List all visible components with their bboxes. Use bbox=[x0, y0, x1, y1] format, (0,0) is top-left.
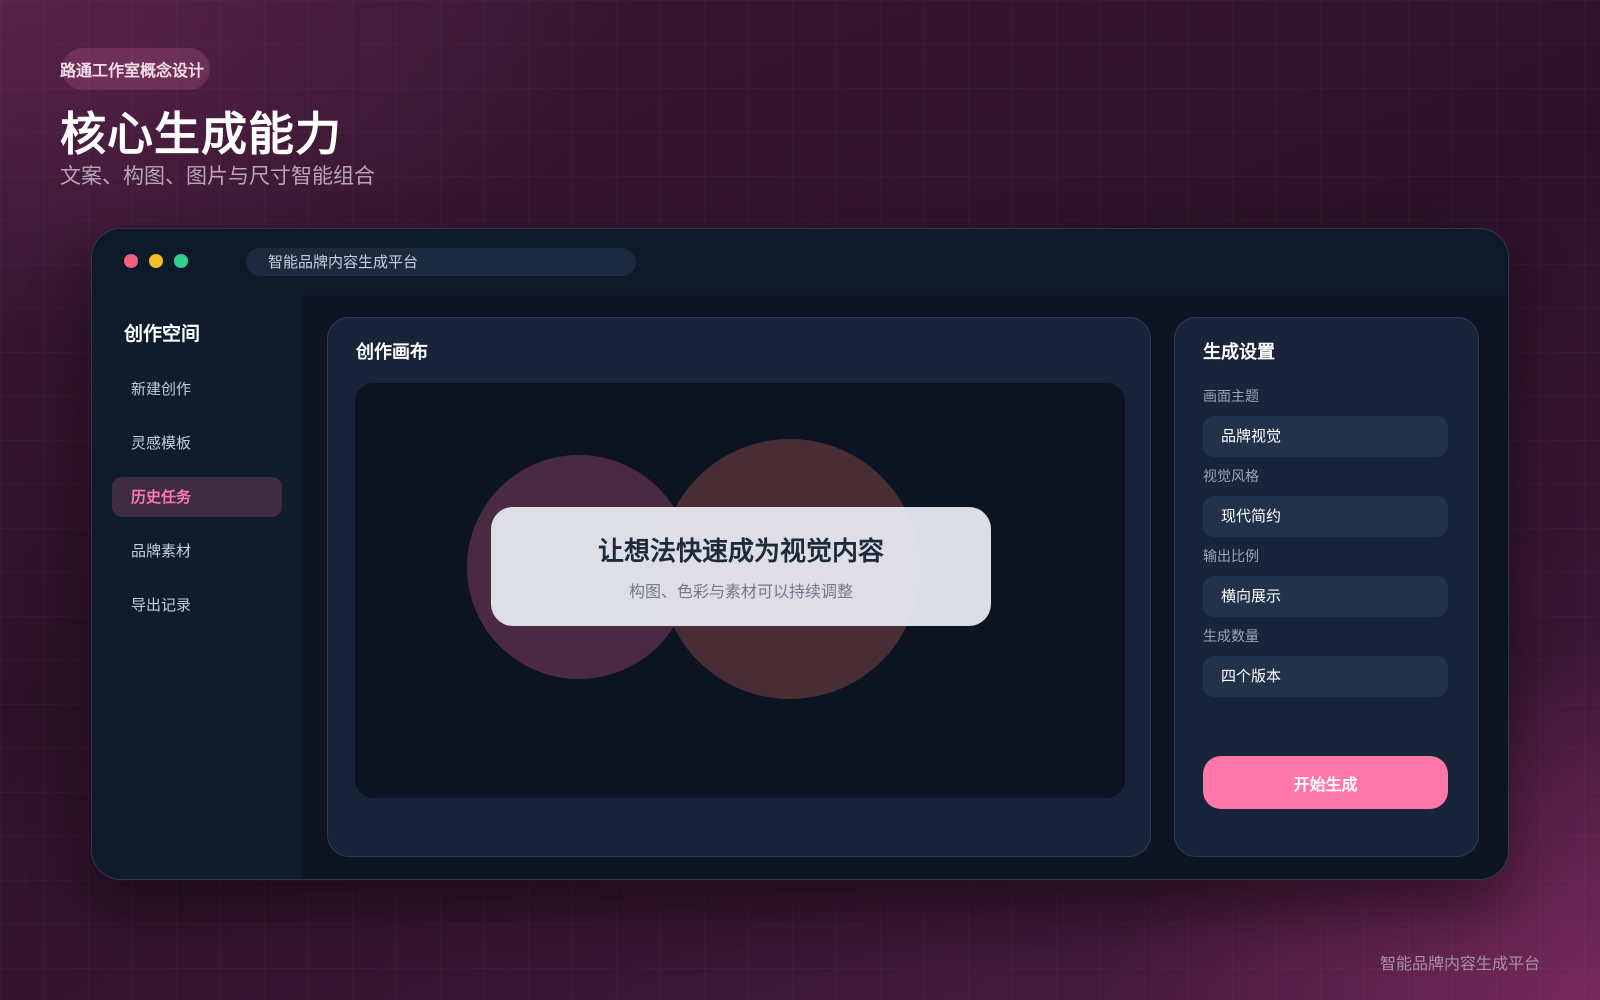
page-title: 核心生成能力 bbox=[60, 107, 342, 161]
address-bar[interactable]: 智能品牌内容生成平台 bbox=[246, 248, 636, 276]
maximize-window-button[interactable] bbox=[174, 254, 188, 268]
window-titlebar: 智能品牌内容生成平台 bbox=[92, 229, 1508, 295]
canvas-panel: 创作画布 让想法快速成为视觉内容 构图、色彩与素材可以持续调整 bbox=[327, 317, 1151, 857]
brand-kicker: 路通工作室概念设计 bbox=[60, 48, 211, 90]
canvas-title: 创作画布 bbox=[356, 342, 428, 363]
count-select[interactable]: 四个版本 bbox=[1203, 656, 1448, 697]
style-select[interactable]: 现代简约 bbox=[1203, 496, 1448, 537]
ratio-label: 输出比例 bbox=[1203, 549, 1259, 565]
close-window-button[interactable] bbox=[124, 254, 138, 268]
sidebar: 创作空间 新建创作 灵感模板 历史任务 品牌素材 导出记录 bbox=[92, 295, 302, 879]
count-label: 生成数量 bbox=[1203, 629, 1259, 645]
canvas-stage[interactable]: 让想法快速成为视觉内容 构图、色彩与素材可以持续调整 bbox=[355, 383, 1125, 798]
preview-card-subtitle: 构图、色彩与素材可以持续调整 bbox=[628, 582, 853, 601]
sidebar-item-export-log[interactable]: 导出记录 bbox=[112, 585, 282, 625]
sidebar-item-templates[interactable]: 灵感模板 bbox=[112, 423, 282, 463]
sidebar-title: 创作空间 bbox=[124, 323, 201, 345]
settings-title: 生成设置 bbox=[1203, 342, 1275, 363]
page-subtitle: 文案、构图、图片与尺寸智能组合 bbox=[60, 164, 375, 188]
ratio-select[interactable]: 横向展示 bbox=[1203, 576, 1448, 617]
settings-panel: 生成设置 画面主题 品牌视觉 视觉风格 现代简约 输出比例 横向展示 生成数量 … bbox=[1174, 317, 1479, 857]
app-window: 智能品牌内容生成平台 创作空间 新建创作 灵感模板 历史任务 品牌素材 导出记录… bbox=[91, 228, 1509, 880]
sidebar-item-brand-assets[interactable]: 品牌素材 bbox=[112, 531, 282, 571]
theme-label: 画面主题 bbox=[1203, 389, 1259, 405]
preview-card-title: 让想法快速成为视觉内容 bbox=[597, 537, 884, 567]
style-label: 视觉风格 bbox=[1203, 469, 1259, 485]
footer-brand: 智能品牌内容生成平台 bbox=[1379, 954, 1540, 973]
sidebar-item-new-creation[interactable]: 新建创作 bbox=[112, 369, 282, 409]
theme-select[interactable]: 品牌视觉 bbox=[1203, 416, 1448, 457]
minimize-window-button[interactable] bbox=[149, 254, 163, 268]
sidebar-item-history[interactable]: 历史任务 bbox=[112, 477, 282, 517]
preview-card: 让想法快速成为视觉内容 构图、色彩与素材可以持续调整 bbox=[491, 507, 991, 626]
start-generate-button[interactable]: 开始生成 bbox=[1203, 756, 1448, 809]
